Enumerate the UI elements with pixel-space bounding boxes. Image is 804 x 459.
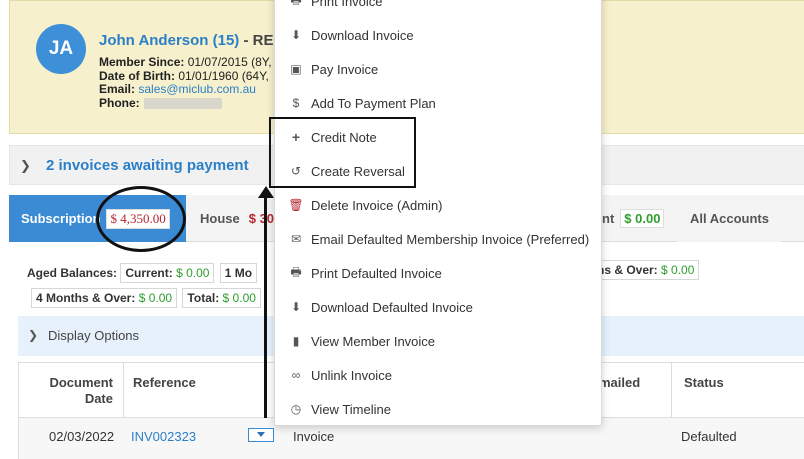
dollar-icon: $ — [292, 96, 300, 110]
chevron-right-icon: ❯ — [20, 158, 31, 173]
invoice-actions-menu: 🖶 Print Invoice ⬇ Download Invoice ▣ Pay In… — [274, 0, 602, 426]
menu-item-unlink-invoice[interactable]: ∞ Unlink Invoice — [275, 358, 601, 392]
dob-value: 01/01/1960 (64Y, — [175, 68, 269, 83]
aged-balances-label: Aged Balances: — [27, 266, 118, 280]
current-label: Current: — [125, 266, 173, 280]
annotation-highlight-box — [269, 117, 416, 188]
annotation-arrow-head-icon — [258, 186, 274, 198]
menu-item-label: View Member Invoice — [311, 333, 436, 349]
menu-item-label: Email Defaulted Membership Invoice (Pref… — [311, 231, 590, 247]
row-reference-link[interactable]: INV002323 — [131, 429, 196, 444]
member-name-suffix: - RE — [239, 32, 274, 49]
one-month-label: 1 Mo — [224, 266, 253, 280]
unlink-icon: ∞ — [291, 368, 301, 382]
phone-redacted — [143, 97, 222, 109]
menu-item-delete-invoice[interactable]: 🗑 Delete Invoice (Admin) — [275, 188, 601, 222]
email-label: Email: — [99, 82, 136, 96]
menu-item-view-member-invoice[interactable]: ▮ View Member Invoice — [275, 324, 601, 358]
tab-partial-account[interactable]: nt $ 0.00 — [602, 195, 676, 242]
tab-subscription-label: Subscription — [21, 211, 101, 226]
current-chip: Current: $ 0.00 — [120, 263, 215, 283]
download-icon: ⬇ — [290, 28, 302, 42]
file-icon: ▮ — [292, 334, 300, 348]
print-icon: 🖶 — [289, 0, 303, 12]
menu-item-add-to-payment-plan[interactable]: $ Add To Payment Plan — [275, 86, 601, 120]
display-options-label: Display Options — [48, 328, 140, 343]
tab-partial-amount: $ 0.00 — [620, 209, 665, 228]
trash-icon: 🗑 — [288, 198, 304, 212]
menu-item-pay-invoice[interactable]: ▣ Pay Invoice — [275, 52, 601, 86]
print-icon: 🖶 — [290, 264, 302, 279]
annotation-arrow-line — [264, 196, 267, 418]
aged-balances-row-2: 4 Months & Over: $ 0.00 Total: $ 0.00 — [31, 288, 263, 308]
invoices-awaiting-text: 2 invoices awaiting payment — [46, 157, 249, 174]
menu-item-print-invoice[interactable]: 🖶 Print Invoice — [275, 0, 601, 18]
months-over-chip-partial: ths & Over: $ 0.00 — [589, 260, 701, 280]
page: JA John Anderson (15) - RE Member Since:… — [0, 0, 804, 459]
menu-item-view-timeline[interactable]: ◷ View Timeline — [275, 392, 601, 426]
member-info: Member Since: 01/07/2015 (8Y, Date of Bi… — [99, 55, 272, 110]
row-type: Invoice — [293, 429, 335, 444]
envelope-icon: ✉ — [290, 232, 302, 246]
menu-item-email-defaulted-invoice[interactable]: ✉ Email Defaulted Membership Invoice (Pre… — [275, 222, 601, 256]
menu-item-label: Add To Payment Plan — [311, 95, 436, 111]
one-month-chip: 1 Mo — [219, 263, 258, 283]
months-over-value: $ 0.00 — [661, 263, 695, 277]
four-months-chip: 4 Months & Over: $ 0.00 — [31, 288, 178, 308]
member-since-value: 01/07/2015 (8Y, — [184, 55, 272, 69]
row-actions-dropdown-button[interactable] — [248, 428, 274, 442]
four-months-value: $ 0.00 — [138, 291, 173, 305]
caret-down-icon — [257, 432, 265, 437]
member-name[interactable]: John Anderson (15) - RE — [99, 32, 273, 49]
aged-balances-row: Aged Balances: Current: $ 0.00 1 Mo — [27, 263, 259, 283]
menu-item-download-invoice[interactable]: ⬇ Download Invoice — [275, 18, 601, 52]
months-over-label: ths & Over: — [593, 263, 658, 277]
tab-all-accounts-label: All Accounts — [690, 211, 769, 226]
avatar: JA — [36, 24, 86, 74]
row-status: Defaulted — [681, 429, 737, 444]
tab-partial-label: nt — [602, 211, 615, 226]
total-label: Total: — [187, 291, 220, 305]
email-link[interactable]: sales@miclub.com.au — [138, 82, 256, 96]
current-value: $ 0.00 — [176, 266, 210, 280]
tab-all-accounts[interactable]: All Accounts — [677, 195, 781, 242]
menu-item-label: Download Defaulted Invoice — [311, 299, 473, 315]
months-over-chip: ths & Over: $ 0.00 — [589, 260, 700, 280]
money-icon: ▣ — [290, 62, 302, 76]
tab-house-amount: $ 30 — [248, 211, 275, 226]
tab-house[interactable]: House $ 30 — [200, 195, 280, 242]
clock-icon: ◷ — [290, 402, 302, 416]
chevron-right-icon: ❯ — [28, 328, 39, 342]
annotation-highlight-oval — [96, 186, 186, 252]
four-months-label: 4 Months & Over: — [36, 291, 136, 305]
menu-item-download-defaulted-invoice[interactable]: ⬇ Download Defaulted Invoice — [275, 290, 601, 324]
phone-label: Phone: — [99, 95, 140, 110]
download-icon: ⬇ — [290, 300, 302, 314]
member-name-text[interactable]: John Anderson (15) — [99, 32, 239, 49]
menu-item-label: Download Invoice — [311, 27, 414, 43]
menu-item-label: Print Defaulted Invoice — [311, 265, 442, 281]
menu-item-print-defaulted-invoice[interactable]: 🖶 Print Defaulted Invoice — [275, 256, 601, 290]
menu-item-label: Print Invoice — [311, 0, 383, 9]
dob-label: Date of Birth: — [99, 68, 175, 83]
menu-item-label: Unlink Invoice — [311, 367, 392, 383]
total-chip: Total: $ 0.00 — [182, 288, 261, 308]
menu-item-label: Delete Invoice (Admin) — [311, 197, 443, 213]
menu-item-label: View Timeline — [311, 401, 391, 417]
tab-house-label: House — [200, 211, 240, 226]
menu-item-label: Pay Invoice — [311, 61, 379, 77]
row-document-date: 02/03/2022 — [49, 429, 115, 444]
total-value: $ 0.00 — [222, 291, 256, 305]
member-since-label: Member Since: — [99, 55, 185, 69]
